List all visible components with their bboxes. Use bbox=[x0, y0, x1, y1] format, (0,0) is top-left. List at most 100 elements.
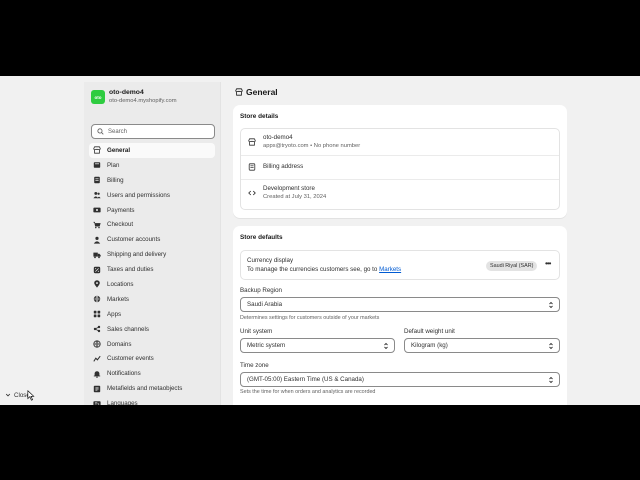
language-icon bbox=[93, 400, 101, 405]
chevron-down-icon bbox=[5, 393, 11, 397]
search-icon bbox=[97, 128, 104, 135]
store-defaults-title: Store defaults bbox=[240, 234, 283, 241]
time-zone-help: Sets the time for when orders and analyt… bbox=[240, 389, 376, 395]
sidebar-item-metafields-and-metaobjects[interactable]: Metafields and metaobjects bbox=[89, 381, 215, 396]
sidebar-item-label: Notifications bbox=[107, 370, 141, 378]
weight-unit-select[interactable]: Kilogram (kg) bbox=[404, 338, 560, 353]
sidebar-item-label: Shipping and delivery bbox=[107, 251, 167, 259]
users-icon bbox=[93, 191, 101, 199]
sidebar-item-domains[interactable]: Domains bbox=[89, 337, 215, 352]
sidebar-item-label: Languages bbox=[107, 400, 138, 405]
development-store-row: Development store Created at July 31, 20… bbox=[241, 183, 559, 203]
sidebar-item-label: Sales channels bbox=[107, 325, 149, 333]
sidebar-item-label: Customer accounts bbox=[107, 236, 161, 244]
sidebar-item-plan[interactable]: Plan bbox=[89, 158, 215, 173]
store-domain: oto-demo4.myshopify.com bbox=[109, 98, 177, 104]
billing-address-row[interactable]: Billing address bbox=[241, 156, 559, 178]
sidebar-item-label: Locations bbox=[107, 280, 134, 288]
code-icon bbox=[248, 190, 256, 196]
sidebar-item-label: Taxes and duties bbox=[107, 266, 154, 274]
sidebar-item-label: Users and permissions bbox=[107, 191, 170, 199]
select-chevron-icon bbox=[549, 301, 553, 309]
store-profile-row[interactable]: oto-demo4 apps@tryoto.com • No phone num… bbox=[241, 133, 559, 151]
divider bbox=[241, 179, 559, 180]
sidebar-item-label: Checkout bbox=[107, 221, 134, 229]
currency-badge: Saudi Riyal (SAR) bbox=[486, 261, 538, 271]
store-header[interactable]: oto oto-demo4 oto-demo4.myshopify.com bbox=[91, 89, 177, 105]
select-chevron-icon bbox=[549, 376, 553, 384]
location-icon bbox=[93, 280, 101, 289]
store-profile-name: oto-demo4 bbox=[263, 134, 293, 141]
time-zone-select[interactable]: (GMT-05:00) Eastern Time (US & Canada) bbox=[240, 372, 560, 387]
apps-icon bbox=[93, 310, 101, 318]
app-window: oto oto-demo4 oto-demo4.myshopify.com Se… bbox=[0, 76, 640, 405]
sidebar-item-apps[interactable]: Apps bbox=[89, 307, 215, 322]
sidebar-item-label: Billing bbox=[107, 176, 124, 184]
sidebar-item-users-and-permissions[interactable]: Users and permissions bbox=[89, 188, 215, 203]
currency-display-desc: To manage the currencies customers see, … bbox=[247, 266, 402, 273]
channels-icon bbox=[93, 325, 101, 333]
sidebar-item-checkout[interactable]: Checkout bbox=[89, 217, 215, 232]
backup-region-label: Backup Region bbox=[240, 287, 282, 294]
metafields-icon bbox=[93, 385, 101, 393]
sidebar-item-shipping-and-delivery[interactable]: Shipping and delivery bbox=[89, 247, 215, 262]
search-placeholder: Search bbox=[108, 128, 128, 135]
sidebar-item-label: Plan bbox=[107, 161, 120, 169]
sidebar-item-label: Payments bbox=[107, 206, 135, 214]
backup-region-help: Determines settings for customers outsid… bbox=[240, 315, 380, 321]
store-icon bbox=[93, 146, 101, 155]
store-defaults-card: Store defaults Currency display To manag… bbox=[233, 226, 567, 405]
sidebar-item-locations[interactable]: Locations bbox=[89, 277, 215, 292]
backup-region-select[interactable]: Saudi Arabia bbox=[240, 297, 560, 312]
store-icon bbox=[235, 88, 243, 96]
sidebar-item-label: Customer events bbox=[107, 355, 154, 363]
unit-system-label: Unit system bbox=[240, 328, 273, 335]
select-chevron-icon bbox=[384, 342, 388, 350]
store-created-date: Created at July 31, 2024 bbox=[263, 194, 327, 200]
truck-icon bbox=[93, 251, 101, 259]
bell-icon bbox=[93, 370, 101, 378]
settings-sidebar: oto oto-demo4 oto-demo4.myshopify.com Se… bbox=[84, 82, 221, 405]
select-chevron-icon bbox=[549, 342, 553, 350]
billing-address-label: Billing address bbox=[263, 163, 304, 170]
events-icon bbox=[93, 355, 101, 363]
sidebar-item-taxes-and-duties[interactable]: Taxes and duties bbox=[89, 262, 215, 277]
store-details-list: oto-demo4 apps@tryoto.com • No phone num… bbox=[240, 128, 560, 210]
sidebar-item-languages[interactable]: Languages bbox=[89, 396, 215, 405]
domain-icon bbox=[93, 340, 101, 348]
store-details-card: Store details oto-demo4 apps@tryoto.com … bbox=[233, 105, 567, 218]
globe-icon bbox=[93, 295, 101, 304]
billing-icon bbox=[93, 176, 101, 184]
search-input[interactable]: Search bbox=[91, 124, 215, 139]
person-icon bbox=[93, 236, 101, 244]
sidebar-item-label: Metafields and metaobjects bbox=[107, 385, 183, 393]
sidebar-item-customer-accounts[interactable]: Customer accounts bbox=[89, 232, 215, 247]
tax-icon bbox=[93, 266, 101, 274]
page-title: General bbox=[235, 87, 278, 97]
store-icon bbox=[248, 138, 256, 146]
time-zone-label: Time zone bbox=[240, 362, 269, 369]
sidebar-item-notifications[interactable]: Notifications bbox=[89, 366, 215, 381]
payments-icon bbox=[93, 206, 101, 214]
settings-nav: General Plan Billing Users and permissio… bbox=[89, 143, 215, 405]
cart-icon bbox=[93, 221, 101, 229]
more-actions-icon[interactable]: ••• bbox=[545, 259, 551, 268]
mouse-cursor-icon bbox=[27, 390, 35, 401]
sidebar-item-billing[interactable]: Billing bbox=[89, 173, 215, 188]
store-profile-contact: apps@tryoto.com • No phone number bbox=[263, 143, 361, 149]
billing-icon bbox=[248, 163, 256, 171]
sidebar-item-label: Domains bbox=[107, 340, 132, 348]
sidebar-item-general[interactable]: General bbox=[89, 143, 215, 158]
store-details-title: Store details bbox=[240, 113, 279, 120]
sidebar-item-sales-channels[interactable]: Sales channels bbox=[89, 322, 215, 337]
store-name: oto-demo4 bbox=[109, 89, 144, 96]
currency-display-title: Currency display bbox=[247, 257, 294, 264]
development-store-title: Development store bbox=[263, 185, 315, 192]
sidebar-item-payments[interactable]: Payments bbox=[89, 203, 215, 218]
sidebar-item-label: Apps bbox=[107, 310, 122, 318]
sidebar-item-customer-events[interactable]: Customer events bbox=[89, 351, 215, 366]
sidebar-item-markets[interactable]: Markets bbox=[89, 292, 215, 307]
currency-display-box: Currency display To manage the currencie… bbox=[240, 250, 560, 280]
unit-system-select[interactable]: Metric system bbox=[240, 338, 395, 353]
markets-link[interactable]: Markets bbox=[379, 266, 401, 273]
